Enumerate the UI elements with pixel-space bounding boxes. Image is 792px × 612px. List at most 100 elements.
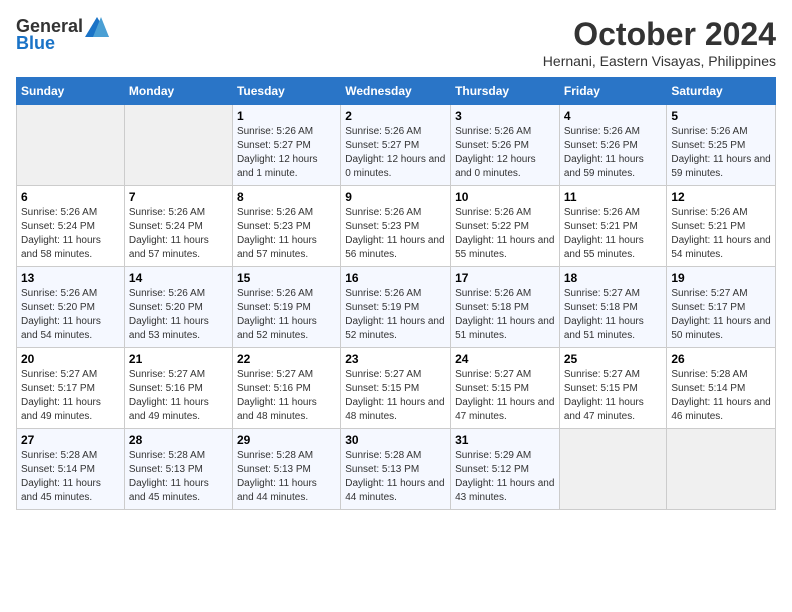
day-info: Sunrise: 5:26 AM Sunset: 5:27 PM Dayligh… bbox=[237, 125, 336, 181]
column-header-friday: Friday bbox=[559, 78, 667, 105]
day-number: 15 bbox=[237, 271, 336, 285]
calendar-cell: 14 Sunrise: 5:26 AM Sunset: 5:20 PM Dayli… bbox=[124, 267, 232, 348]
calendar-cell: 3Sunrise: 5:26 AM Sunset: 5:26 PM Daylig… bbox=[451, 105, 560, 186]
calendar-cell: 12 Sunrise: 5:26 AM Sunset: 5:21 PM Dayli… bbox=[667, 186, 776, 267]
day-info: Sunrise: 5:27 AM Sunset: 5:15 PM Dayligh… bbox=[455, 368, 555, 424]
column-header-wednesday: Wednesday bbox=[341, 78, 451, 105]
day-number: 13 bbox=[21, 271, 120, 285]
calendar-cell: 31 Sunrise: 5:29 AM Sunset: 5:12 PM Dayli… bbox=[451, 429, 560, 510]
day-number: 19 bbox=[671, 271, 771, 285]
day-info: Sunrise: 5:28 AM Sunset: 5:13 PM Dayligh… bbox=[129, 449, 228, 505]
calendar-cell: 15 Sunrise: 5:26 AM Sunset: 5:19 PM Dayli… bbox=[232, 267, 340, 348]
day-number: 8 bbox=[237, 190, 336, 204]
day-number: 21 bbox=[129, 352, 228, 366]
calendar-cell: 9 Sunrise: 5:26 AM Sunset: 5:23 PM Daylig… bbox=[341, 186, 451, 267]
day-number: 17 bbox=[455, 271, 555, 285]
day-info: Sunrise: 5:26 AM Sunset: 5:22 PM Dayligh… bbox=[455, 206, 555, 262]
day-number: 6 bbox=[21, 190, 120, 204]
day-info: Sunrise: 5:26 AM Sunset: 5:25 PM Dayligh… bbox=[671, 125, 771, 181]
day-number: 4 bbox=[564, 109, 663, 123]
calendar-cell: 30 Sunrise: 5:28 AM Sunset: 5:13 PM Dayli… bbox=[341, 429, 451, 510]
day-number: 31 bbox=[455, 433, 555, 447]
day-info: Sunrise: 5:26 AM Sunset: 5:24 PM Dayligh… bbox=[129, 206, 228, 262]
calendar-cell bbox=[17, 105, 125, 186]
calendar-cell bbox=[559, 429, 667, 510]
day-number: 22 bbox=[237, 352, 336, 366]
logo-icon bbox=[85, 17, 109, 37]
day-number: 9 bbox=[345, 190, 446, 204]
calendar-cell: 23 Sunrise: 5:27 AM Sunset: 5:15 PM Dayli… bbox=[341, 348, 451, 429]
calendar-table: SundayMondayTuesdayWednesdayThursdayFrid… bbox=[16, 77, 776, 510]
day-number: 14 bbox=[129, 271, 228, 285]
column-header-monday: Monday bbox=[124, 78, 232, 105]
day-number: 18 bbox=[564, 271, 663, 285]
day-info: Sunrise: 5:27 AM Sunset: 5:16 PM Dayligh… bbox=[129, 368, 228, 424]
day-number: 23 bbox=[345, 352, 446, 366]
day-number: 25 bbox=[564, 352, 663, 366]
day-info: Sunrise: 5:27 AM Sunset: 5:17 PM Dayligh… bbox=[21, 368, 120, 424]
title-block: October 2024 Hernani, Eastern Visayas, P… bbox=[543, 16, 776, 69]
day-info: Sunrise: 5:27 AM Sunset: 5:16 PM Dayligh… bbox=[237, 368, 336, 424]
day-number: 20 bbox=[21, 352, 120, 366]
calendar-cell: 26 Sunrise: 5:28 AM Sunset: 5:14 PM Dayli… bbox=[667, 348, 776, 429]
day-number: 12 bbox=[671, 190, 771, 204]
calendar-cell: 16 Sunrise: 5:26 AM Sunset: 5:19 PM Dayli… bbox=[341, 267, 451, 348]
day-info: Sunrise: 5:28 AM Sunset: 5:13 PM Dayligh… bbox=[345, 449, 446, 505]
day-number: 10 bbox=[455, 190, 555, 204]
day-info: Sunrise: 5:26 AM Sunset: 5:19 PM Dayligh… bbox=[345, 287, 446, 343]
calendar-cell: 8 Sunrise: 5:26 AM Sunset: 5:23 PM Daylig… bbox=[232, 186, 340, 267]
calendar-cell: 18 Sunrise: 5:27 AM Sunset: 5:18 PM Dayli… bbox=[559, 267, 667, 348]
day-number: 2 bbox=[345, 109, 446, 123]
calendar-cell: 24 Sunrise: 5:27 AM Sunset: 5:15 PM Dayli… bbox=[451, 348, 560, 429]
calendar-cell: 19 Sunrise: 5:27 AM Sunset: 5:17 PM Dayli… bbox=[667, 267, 776, 348]
day-info: Sunrise: 5:26 AM Sunset: 5:21 PM Dayligh… bbox=[564, 206, 663, 262]
calendar-cell: 1Sunrise: 5:26 AM Sunset: 5:27 PM Daylig… bbox=[232, 105, 340, 186]
day-info: Sunrise: 5:26 AM Sunset: 5:23 PM Dayligh… bbox=[345, 206, 446, 262]
day-number: 5 bbox=[671, 109, 771, 123]
month-title: October 2024 bbox=[543, 16, 776, 53]
day-info: Sunrise: 5:27 AM Sunset: 5:18 PM Dayligh… bbox=[564, 287, 663, 343]
calendar-cell: 21 Sunrise: 5:27 AM Sunset: 5:16 PM Dayli… bbox=[124, 348, 232, 429]
day-number: 24 bbox=[455, 352, 555, 366]
day-info: Sunrise: 5:26 AM Sunset: 5:24 PM Dayligh… bbox=[21, 206, 120, 262]
calendar-cell: 6 Sunrise: 5:26 AM Sunset: 5:24 PM Daylig… bbox=[17, 186, 125, 267]
day-number: 11 bbox=[564, 190, 663, 204]
day-info: Sunrise: 5:27 AM Sunset: 5:15 PM Dayligh… bbox=[345, 368, 446, 424]
calendar-cell: 17 Sunrise: 5:26 AM Sunset: 5:18 PM Dayli… bbox=[451, 267, 560, 348]
day-info: Sunrise: 5:27 AM Sunset: 5:17 PM Dayligh… bbox=[671, 287, 771, 343]
calendar-cell: 2Sunrise: 5:26 AM Sunset: 5:27 PM Daylig… bbox=[341, 105, 451, 186]
day-info: Sunrise: 5:26 AM Sunset: 5:26 PM Dayligh… bbox=[564, 125, 663, 181]
logo-blue-text: Blue bbox=[16, 33, 55, 54]
calendar-cell: 20 Sunrise: 5:27 AM Sunset: 5:17 PM Dayli… bbox=[17, 348, 125, 429]
calendar-cell: 4 Sunrise: 5:26 AM Sunset: 5:26 PM Daylig… bbox=[559, 105, 667, 186]
day-info: Sunrise: 5:28 AM Sunset: 5:13 PM Dayligh… bbox=[237, 449, 336, 505]
day-number: 3 bbox=[455, 109, 555, 123]
calendar-cell: 28 Sunrise: 5:28 AM Sunset: 5:13 PM Dayli… bbox=[124, 429, 232, 510]
day-number: 30 bbox=[345, 433, 446, 447]
calendar-cell: 13 Sunrise: 5:26 AM Sunset: 5:20 PM Dayli… bbox=[17, 267, 125, 348]
calendar-cell bbox=[124, 105, 232, 186]
day-number: 26 bbox=[671, 352, 771, 366]
day-info: Sunrise: 5:26 AM Sunset: 5:21 PM Dayligh… bbox=[671, 206, 771, 262]
calendar-cell: 7 Sunrise: 5:26 AM Sunset: 5:24 PM Daylig… bbox=[124, 186, 232, 267]
day-number: 27 bbox=[21, 433, 120, 447]
calendar-cell: 27Sunrise: 5:28 AM Sunset: 5:14 PM Dayli… bbox=[17, 429, 125, 510]
column-header-tuesday: Tuesday bbox=[232, 78, 340, 105]
day-number: 28 bbox=[129, 433, 228, 447]
logo: General Blue bbox=[16, 16, 109, 54]
day-info: Sunrise: 5:26 AM Sunset: 5:19 PM Dayligh… bbox=[237, 287, 336, 343]
day-info: Sunrise: 5:27 AM Sunset: 5:15 PM Dayligh… bbox=[564, 368, 663, 424]
day-info: Sunrise: 5:26 AM Sunset: 5:18 PM Dayligh… bbox=[455, 287, 555, 343]
day-info: Sunrise: 5:26 AM Sunset: 5:23 PM Dayligh… bbox=[237, 206, 336, 262]
calendar-cell bbox=[667, 429, 776, 510]
day-info: Sunrise: 5:26 AM Sunset: 5:20 PM Dayligh… bbox=[129, 287, 228, 343]
location-title: Hernani, Eastern Visayas, Philippines bbox=[543, 53, 776, 69]
calendar-cell: 25 Sunrise: 5:27 AM Sunset: 5:15 PM Dayli… bbox=[559, 348, 667, 429]
day-info: Sunrise: 5:28 AM Sunset: 5:14 PM Dayligh… bbox=[671, 368, 771, 424]
day-info: Sunrise: 5:26 AM Sunset: 5:20 PM Dayligh… bbox=[21, 287, 120, 343]
calendar-cell: 10 Sunrise: 5:26 AM Sunset: 5:22 PM Dayli… bbox=[451, 186, 560, 267]
day-info: Sunrise: 5:29 AM Sunset: 5:12 PM Dayligh… bbox=[455, 449, 555, 505]
day-number: 7 bbox=[129, 190, 228, 204]
day-number: 16 bbox=[345, 271, 446, 285]
calendar-cell: 5 Sunrise: 5:26 AM Sunset: 5:25 PM Daylig… bbox=[667, 105, 776, 186]
